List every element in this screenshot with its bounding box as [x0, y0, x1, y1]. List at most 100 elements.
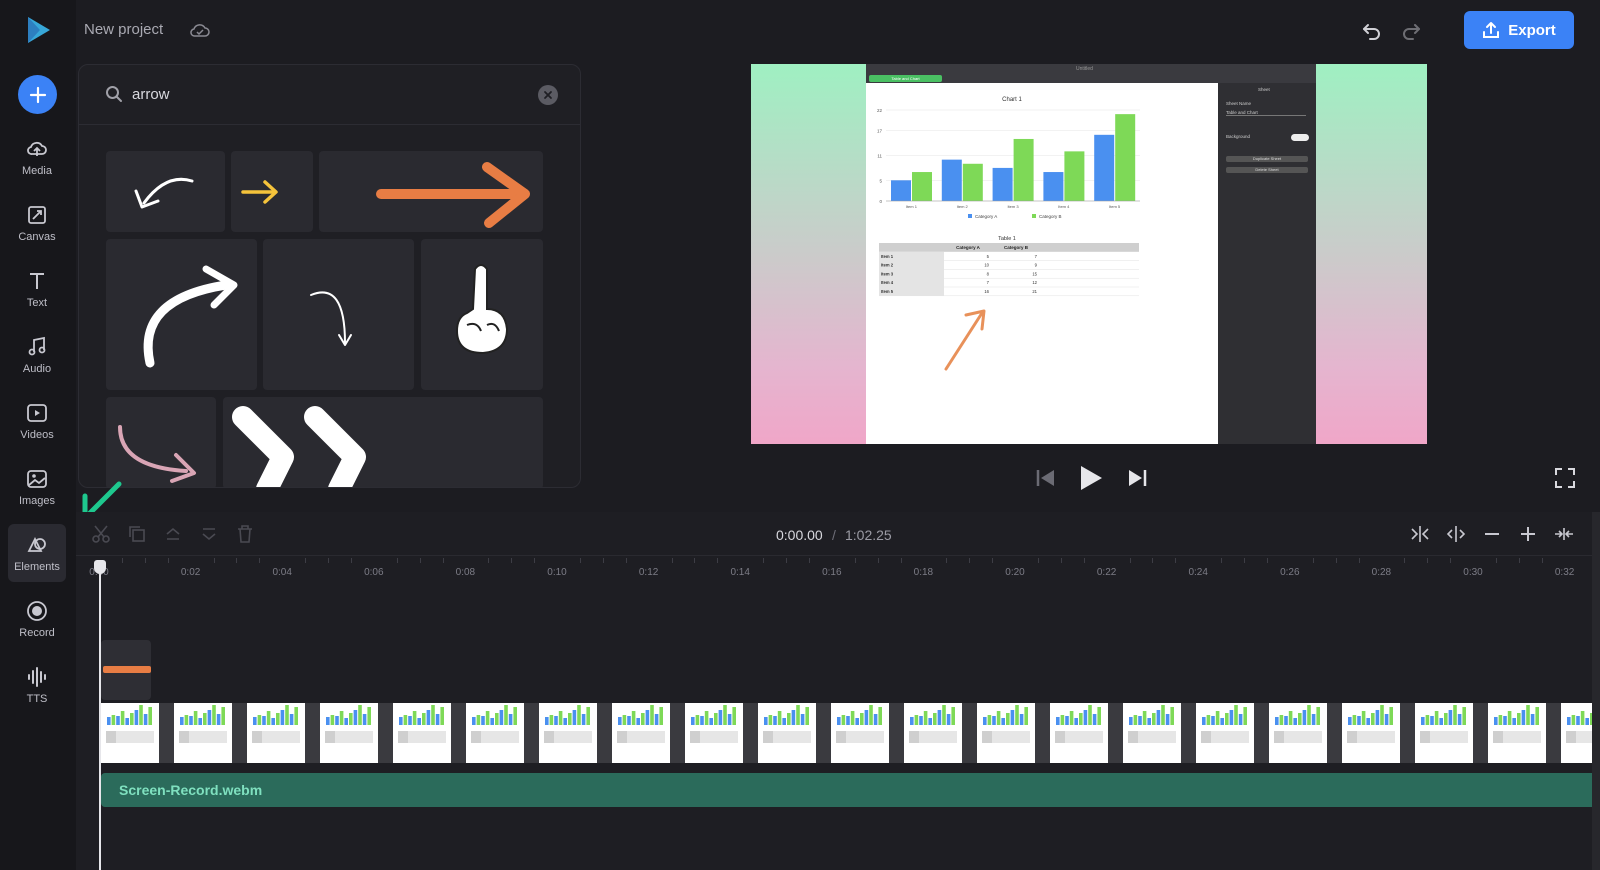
zoom-in-icon[interactable]: [1517, 523, 1539, 545]
element-chevron-arrows[interactable]: [223, 397, 543, 487]
ruler-minor-tick: [1129, 558, 1131, 563]
play-button[interactable]: [1077, 463, 1105, 493]
ruler-minor-tick: [1266, 558, 1268, 563]
duplicate-sheet-button: Duplicate Sheet: [1226, 156, 1308, 162]
sidebar-item-elements[interactable]: Elements: [8, 524, 66, 582]
ruler-minor-tick: [808, 558, 810, 563]
sidebar-item-media[interactable]: Media: [8, 128, 66, 186]
ruler-minor-tick: [1244, 558, 1245, 563]
preview-document: Untitled Table and Chart Chart 1 0 5 11 17 22…: [866, 64, 1316, 444]
ruler-tick-label: 0:12: [638, 567, 659, 578]
element-curved-arrow-up-right[interactable]: [106, 239, 257, 390]
skip-forward-button[interactable]: [1125, 466, 1149, 490]
playhead[interactable]: [99, 560, 101, 870]
ruler-minor-tick: [900, 558, 902, 563]
timeline: 0:00.00 / 1:02.25 0:000:020:040:060:080:…: [76, 512, 1600, 870]
split-icon[interactable]: [1409, 523, 1431, 545]
fit-timeline-icon[interactable]: [1553, 523, 1575, 545]
element-pink-curved-arrow[interactable]: [106, 397, 216, 487]
record-icon: [27, 601, 47, 621]
video-preview[interactable]: Untitled Table and Chart Chart 1 0 5 11 17 22…: [751, 64, 1427, 444]
timeline-toolbar: 0:00.00 / 1:02.25: [76, 512, 1600, 556]
ruler-minor-tick: [144, 558, 146, 563]
ruler-minor-tick: [671, 558, 673, 563]
duplicate-icon[interactable]: [126, 523, 148, 545]
trim-icon[interactable]: [1445, 523, 1467, 545]
arrow-element-clip[interactable]: [101, 640, 151, 700]
add-button[interactable]: [18, 75, 57, 114]
delete-icon[interactable]: [234, 523, 256, 545]
zoom-out-icon[interactable]: [1481, 523, 1503, 545]
element-orange-arrow-right[interactable]: [319, 151, 543, 232]
audio-track-clip[interactable]: Screen-Record.webm: [101, 773, 1600, 807]
sidebar-item-record[interactable]: Record: [8, 590, 66, 648]
ruler-minor-tick: [786, 558, 787, 563]
move-down-icon[interactable]: [198, 523, 220, 545]
ruler-minor-tick: [1495, 558, 1497, 563]
app-logo-icon[interactable]: [22, 14, 54, 46]
ruler-minor-tick: [1358, 558, 1360, 563]
ruler-minor-tick: [969, 558, 971, 563]
ruler-minor-tick: [213, 558, 215, 563]
sidebar-item-label: Videos: [20, 429, 54, 441]
element-thin-curved-arrow-down[interactable]: [263, 239, 414, 390]
sidebar-item-label: Record: [19, 627, 55, 639]
search-input[interactable]: [132, 82, 522, 106]
undo-icon[interactable]: [1361, 20, 1383, 42]
table-header-cell: Category A: [956, 245, 981, 250]
sidebar-item-label: Elements: [14, 561, 60, 573]
sidebar-item-text[interactable]: Text: [8, 260, 66, 318]
fullscreen-button[interactable]: [1554, 467, 1576, 489]
ruler-minor-tick: [534, 558, 536, 563]
video-track-clip[interactable]: [101, 703, 1600, 763]
video-thumbnail: [393, 703, 466, 763]
sidebar-item-audio[interactable]: Audio: [8, 326, 66, 384]
project-title[interactable]: New project: [84, 21, 163, 38]
ruler-minor-tick: [717, 558, 719, 563]
sheet-name-value: Table and Chart: [1226, 110, 1306, 116]
sidebar-item-videos[interactable]: Videos: [8, 392, 66, 450]
scrollbar[interactable]: [1592, 512, 1600, 870]
table-cell: 16: [984, 289, 989, 294]
ruler-tick-label: 0:30: [1463, 567, 1483, 578]
ruler-minor-tick: [1541, 558, 1543, 563]
table-cell: Item 2: [881, 263, 894, 268]
skip-back-button[interactable]: [1034, 466, 1058, 490]
chart-bar: [1013, 138, 1034, 201]
sidebar-item-images[interactable]: Images: [8, 458, 66, 516]
redo-icon[interactable]: [1400, 20, 1422, 42]
chart-bar: [1115, 114, 1136, 201]
sidebar-item-tts[interactable]: TTS: [8, 656, 66, 714]
sidebar-item-canvas[interactable]: Canvas: [8, 194, 66, 252]
y-tick-label: 5: [879, 178, 882, 183]
ruler-minor-tick: [1175, 558, 1177, 563]
timeline-ruler[interactable]: 0:000:020:040:060:080:100:120:140:160:18…: [76, 556, 1600, 586]
video-thumbnail: [1269, 703, 1342, 763]
chart-title: Chart 1: [1002, 97, 1022, 103]
cloud-upload-icon: [27, 141, 47, 156]
clear-search-button[interactable]: [538, 85, 558, 105]
y-tick-label: 0: [879, 199, 882, 204]
element-curved-arrow-left[interactable]: [106, 151, 225, 232]
video-thumbnail: [466, 703, 539, 763]
element-pointing-finger[interactable]: [421, 239, 543, 390]
table-title: Table 1: [998, 236, 1016, 242]
table-cell: Item 1: [881, 254, 894, 259]
chart-bar: [912, 172, 932, 201]
playhead-handle[interactable]: [94, 560, 106, 574]
x-tick-label: Item 5: [1109, 204, 1121, 209]
export-button[interactable]: Export: [1464, 11, 1574, 49]
ruler-minor-tick: [488, 558, 490, 563]
ruler-tick-label: 0:20: [1005, 567, 1025, 578]
cut-icon[interactable]: [90, 523, 112, 545]
search-bar: [79, 65, 580, 125]
element-yellow-arrow-right[interactable]: [231, 151, 313, 232]
ruler-tick-label: 0:18: [913, 567, 934, 578]
move-up-icon[interactable]: [162, 523, 184, 545]
ruler-tick-label: 0:28: [1371, 567, 1392, 578]
ruler-tick-label: 0:08: [455, 567, 476, 578]
chart-bar: [962, 163, 983, 201]
chart-bar: [992, 167, 1013, 201]
doc-title: Untitled: [1076, 66, 1093, 72]
video-thumbnail: [612, 703, 685, 763]
